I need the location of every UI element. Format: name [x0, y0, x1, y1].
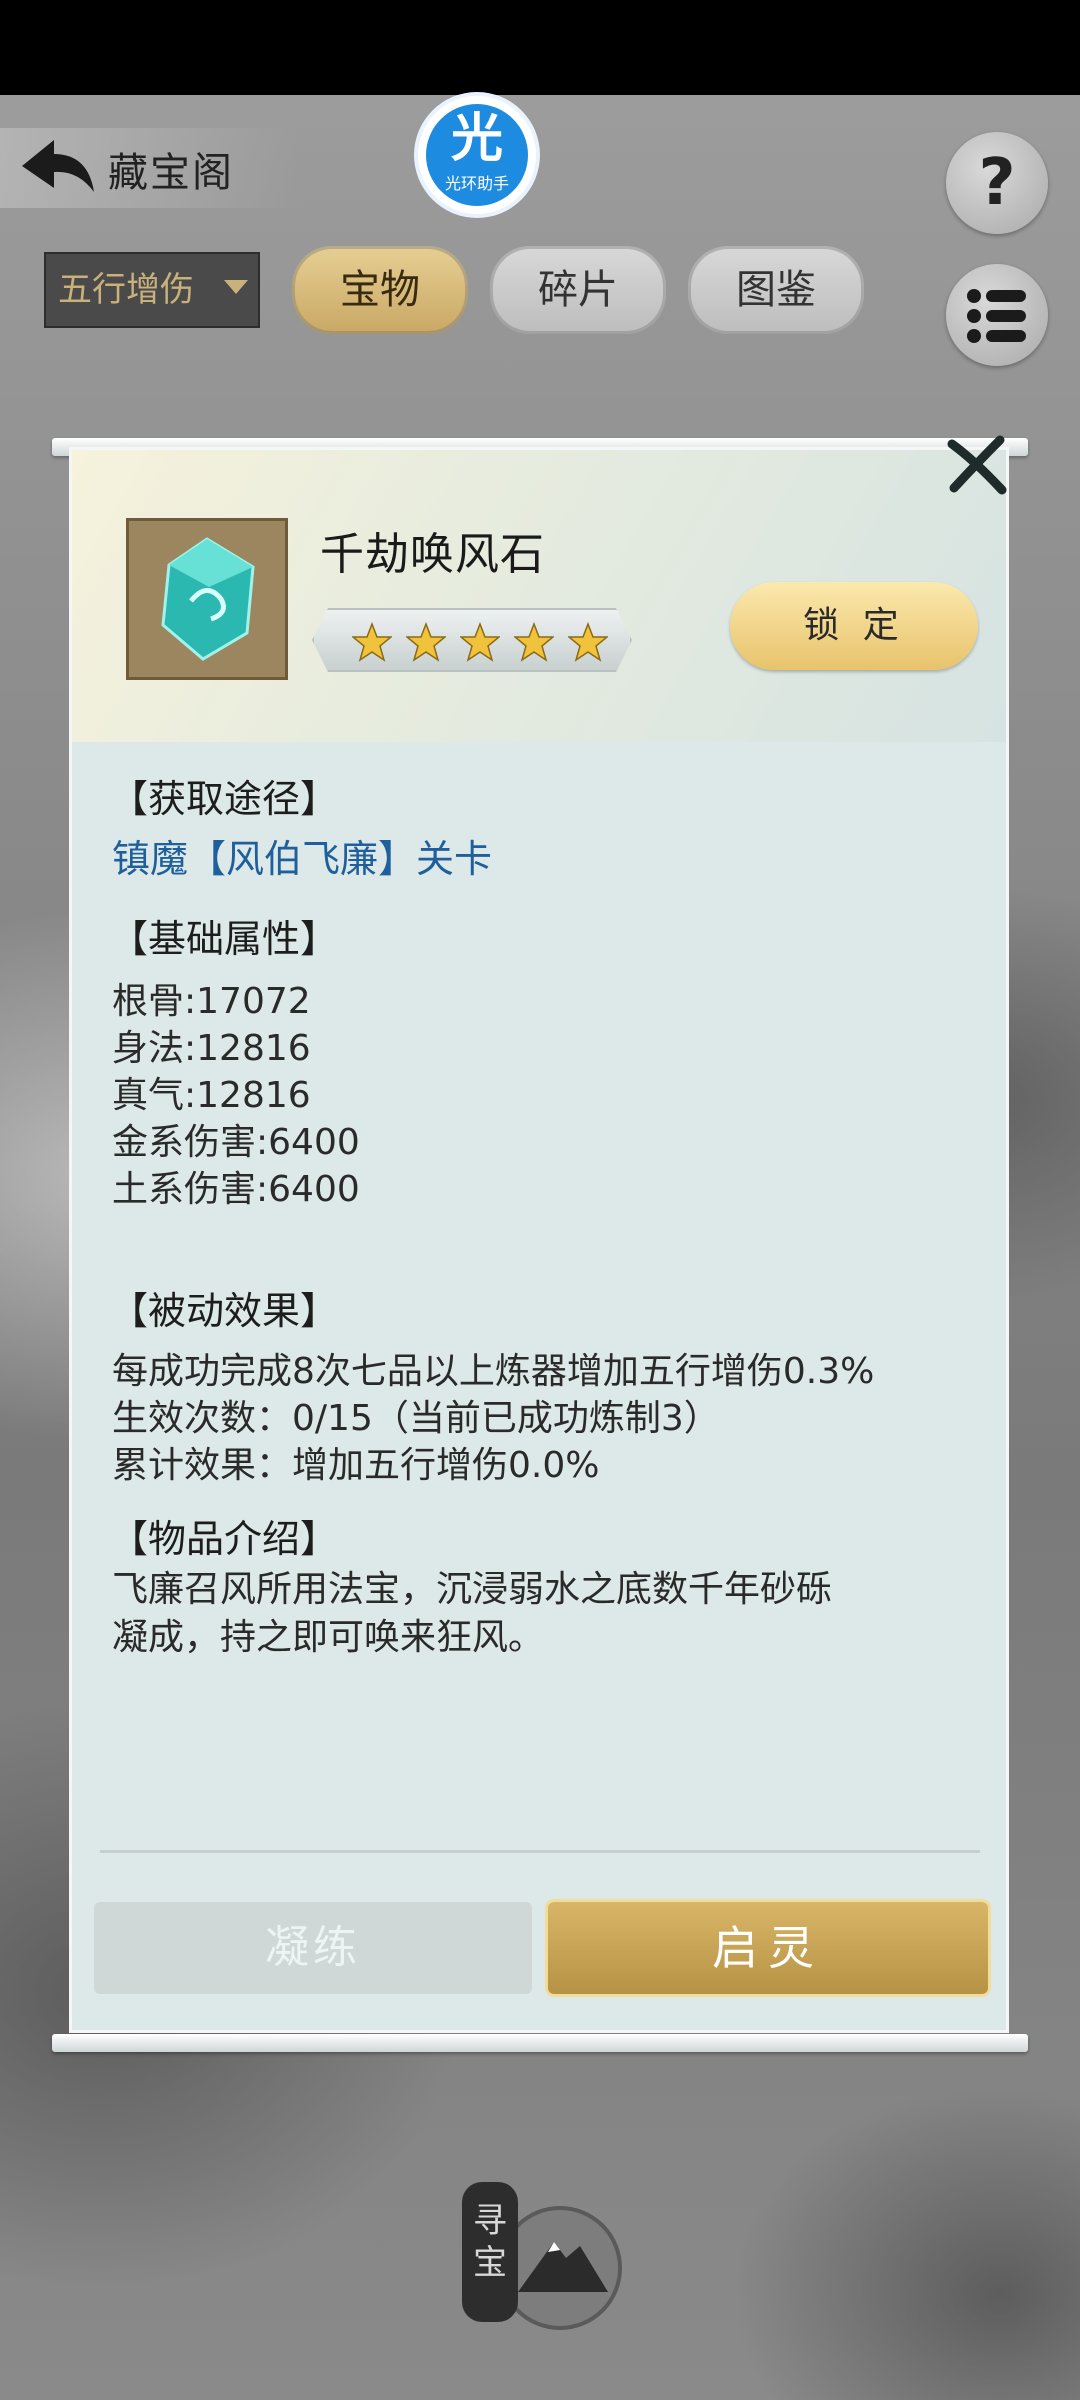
star-icon [352, 622, 392, 662]
item-icon-frame [126, 518, 288, 680]
close-icon[interactable] [944, 434, 1010, 496]
seek-treasure-button[interactable]: 寻宝 [462, 2182, 624, 2344]
item-detail-panel: 千劫唤风石 锁 定 【获取途径】 镇魔【风伯飞廉】关卡 【基础属性】 根骨:17… [72, 450, 1006, 2030]
element-filter-dropdown[interactable]: 五行增伤 [44, 252, 260, 328]
status-bar [0, 0, 1080, 95]
attribute-line: 金系伤害:6400 [112, 1122, 360, 1163]
tab-treasure[interactable]: 宝物 [292, 246, 468, 334]
passive-line: 每成功完成8次七品以上炼器增加五行增伤0.3% [112, 1351, 875, 1392]
tab-catalog[interactable]: 图鉴 [688, 246, 864, 334]
scroll-rod-bottom [52, 2034, 1028, 2052]
intro-section-title: 【物品介绍】 [110, 1517, 339, 1561]
star-icon [514, 622, 554, 662]
passive-line: 累计效果：增加五行增伤0.0% [112, 1445, 600, 1486]
helper-logo-caption: 光环助手 [444, 174, 509, 193]
page-title: 藏宝阁 [108, 150, 234, 196]
tab-fragments[interactable]: 碎片 [490, 246, 666, 334]
divider [100, 1850, 980, 1853]
filter-dropdown-value: 五行增伤 [58, 270, 194, 310]
seek-treasure-label: 寻宝 [473, 2201, 507, 2283]
source-link[interactable]: 镇魔【风伯飞廉】关卡 [112, 828, 492, 883]
lock-button[interactable]: 锁 定 [730, 582, 978, 670]
attribute-line: 根骨:17072 [112, 981, 311, 1022]
intro-line: 凝成，持之即可唤来狂风。 [112, 1617, 545, 1658]
attribute-line: 真气:12816 [112, 1075, 311, 1116]
star-icon [568, 622, 608, 662]
attribute-line: 身法:12816 [112, 1028, 311, 1069]
item-name: 千劫唤风石 [320, 529, 545, 580]
attributes-section-title: 【基础属性】 [110, 917, 339, 961]
help-icon: ? [978, 146, 1016, 220]
attribute-line: 土系伤害:6400 [112, 1169, 360, 1210]
star-icon [406, 622, 446, 662]
passive-section-title: 【被动效果】 [110, 1289, 339, 1333]
menu-button[interactable] [946, 264, 1048, 366]
source-section-title: 【获取途径】 [110, 777, 339, 821]
passive-line: 生效次数：0/15（当前已成功炼制3） [112, 1398, 720, 1439]
awaken-button[interactable]: 启灵 [548, 1902, 988, 1994]
back-bar[interactable]: 藏宝阁 [0, 128, 300, 208]
back-arrow-icon[interactable] [18, 136, 98, 200]
refine-button[interactable]: 凝练 [94, 1902, 532, 1994]
help-button[interactable]: ? [946, 132, 1048, 234]
helper-logo-glyph: 光 [450, 109, 503, 169]
wind-stone-icon [161, 537, 255, 661]
star-rating [312, 608, 632, 672]
list-menu-icon [967, 289, 1026, 343]
star-icon [460, 622, 500, 662]
helper-logo[interactable]: 光 光环助手 [418, 96, 536, 214]
chevron-down-icon [224, 280, 248, 294]
intro-line: 飞廉召风所用法宝，沉浸弱水之底数千年砂砾 [112, 1569, 833, 1610]
